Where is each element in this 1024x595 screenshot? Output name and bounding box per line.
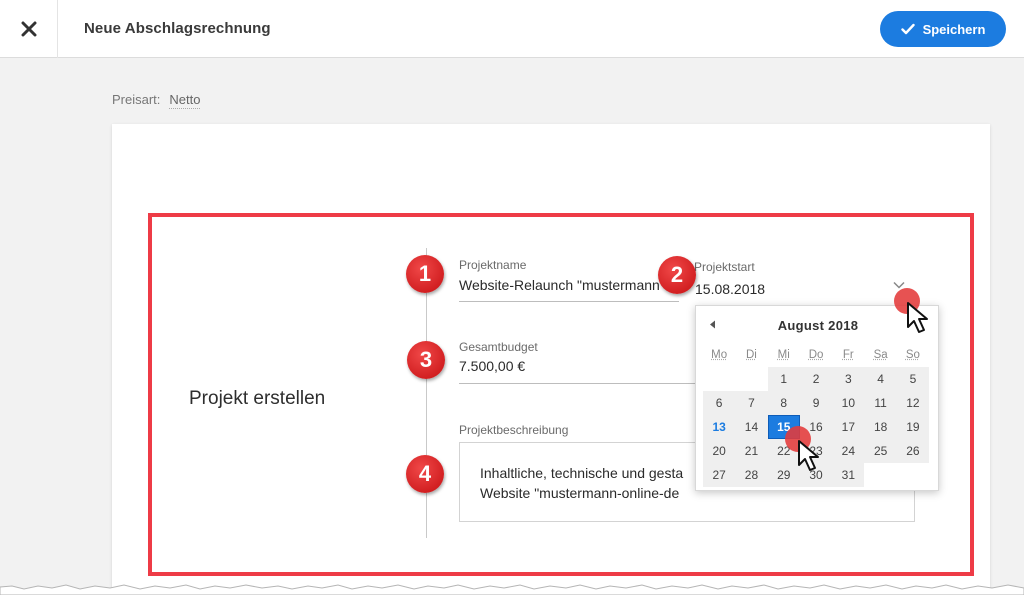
calendar-day[interactable]: 4 — [864, 367, 896, 391]
calendar-day[interactable]: 29 — [768, 463, 800, 487]
calendar-day[interactable]: 17 — [832, 415, 864, 439]
close-icon — [21, 21, 37, 37]
calendar-day[interactable]: 18 — [864, 415, 896, 439]
price-type-value[interactable]: Netto — [169, 92, 200, 109]
weekday-header: Di — [735, 343, 767, 367]
budget-label: Gesamtbudget — [459, 340, 538, 354]
calendar-day[interactable]: 13 — [703, 415, 735, 439]
project-name-label: Projektname — [459, 258, 526, 272]
calendar-day[interactable]: 3 — [832, 367, 864, 391]
torn-edge — [0, 583, 1024, 595]
calendar-day[interactable]: 8 — [768, 391, 800, 415]
calendar-day[interactable]: 11 — [864, 391, 896, 415]
calendar-month-label: August 2018 — [696, 318, 940, 333]
calendar-day[interactable]: 25 — [864, 439, 896, 463]
weekday-header: Sa — [864, 343, 896, 367]
weekday-header: Do — [800, 343, 832, 367]
price-type-label: Preisart: — [112, 92, 160, 107]
calendar-day[interactable]: 7 — [735, 391, 767, 415]
step-badge-4: 4 — [406, 455, 444, 493]
mouse-cursor-icon — [797, 439, 827, 473]
budget-underline — [459, 383, 695, 384]
check-icon — [901, 23, 915, 35]
weekday-header: Mo — [703, 343, 735, 367]
section-title: Projekt erstellen — [189, 388, 325, 410]
save-button[interactable]: Speichern — [880, 11, 1006, 47]
step-badge-1: 1 — [406, 255, 444, 293]
weekday-header: Mi — [768, 343, 800, 367]
budget-input[interactable]: 7.500,00 € — [459, 358, 525, 374]
calendar-empty-cell — [735, 367, 767, 391]
page-title: Neue Abschlagsrechnung — [84, 20, 271, 37]
calendar-day[interactable]: 20 — [703, 439, 735, 463]
description-label: Projektbeschreibung — [459, 423, 568, 437]
calendar-day[interactable]: 9 — [800, 391, 832, 415]
save-button-label: Speichern — [923, 22, 986, 37]
project-name-underline — [459, 301, 679, 302]
calendar-day[interactable]: 12 — [897, 391, 929, 415]
step-badge-2: 2 — [658, 256, 696, 294]
calendar-day[interactable]: 10 — [832, 391, 864, 415]
weekday-header: Fr — [832, 343, 864, 367]
top-bar: Neue Abschlagsrechnung Speichern — [0, 0, 1024, 58]
project-name-input[interactable]: Website-Relaunch "mustermann — [459, 277, 677, 293]
calendar-day[interactable]: 2 — [800, 367, 832, 391]
calendar-day[interactable]: 31 — [832, 463, 864, 487]
calendar-day[interactable]: 19 — [897, 415, 929, 439]
project-start-label: Projektstart — [694, 260, 755, 274]
calendar-day[interactable]: 26 — [897, 439, 929, 463]
step-badge-3: 3 — [407, 341, 445, 379]
calendar-day[interactable]: 5 — [897, 367, 929, 391]
calendar-day[interactable]: 6 — [703, 391, 735, 415]
price-type: Preisart: Netto — [112, 92, 200, 107]
weekday-header: So — [897, 343, 929, 367]
calendar-day[interactable]: 27 — [703, 463, 735, 487]
close-button[interactable] — [0, 0, 58, 58]
calendar-day[interactable]: 24 — [832, 439, 864, 463]
calendar-day[interactable]: 14 — [735, 415, 767, 439]
project-start-input[interactable]: 15.08.2018 — [695, 281, 765, 297]
calendar-day[interactable]: 28 — [735, 463, 767, 487]
mouse-cursor-icon — [906, 301, 936, 335]
calendar-empty-cell — [703, 367, 735, 391]
calendar-day[interactable]: 21 — [735, 439, 767, 463]
calendar-day[interactable]: 1 — [768, 367, 800, 391]
